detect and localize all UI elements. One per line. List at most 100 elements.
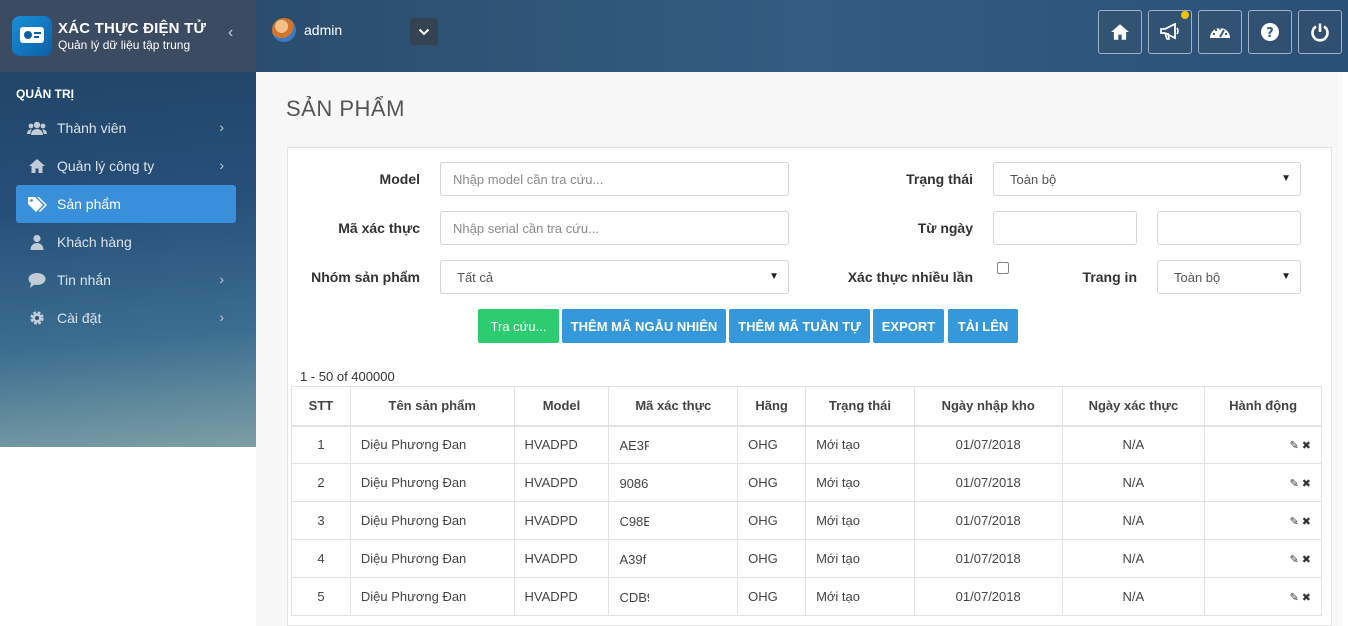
cell-name: Diệu Phương Đan [349,577,515,616]
home-button[interactable] [1098,10,1142,54]
cell-name: Diệu Phương Đan [349,463,515,502]
delete-icon[interactable]: ✖ [1302,553,1311,566]
add-random-code-button[interactable]: THÊM MÃ NGẪU NHIÊN [562,309,726,343]
edit-icon[interactable]: ✎ [1290,439,1299,452]
cell-model: HVADPD [513,463,610,502]
gear-icon [26,309,48,327]
cell-actions: ✎ ✖ [1204,463,1322,502]
cell-auth-date: N/A [1061,501,1206,540]
cell-name: Diệu Phương Đan [349,425,515,464]
cell-code: CDB9 [608,577,739,616]
cell-actions: ✎ ✖ [1204,539,1322,578]
cell-brand: OHG [737,463,807,502]
sidebar-item-messages[interactable]: Tin nhắn › [16,261,236,299]
page-title: SẢN PHẨM [286,96,405,121]
cell-brand: OHG [737,577,807,616]
column-header-status[interactable]: Trạng thái [805,386,915,427]
column-header-code[interactable]: Mã xác thực [608,386,739,427]
date-from-input[interactable] [993,211,1137,245]
delete-icon[interactable]: ✖ [1302,477,1311,490]
upload-button[interactable]: TẢI LÊN [948,309,1018,343]
logout-button[interactable] [1298,10,1342,54]
sidebar-item-settings[interactable]: Cài đặt › [16,299,236,337]
model-input[interactable]: Nhập model cần tra cứu... [440,162,789,196]
tags-icon [26,195,48,213]
serial-input[interactable]: Nhập serial cần tra cứu... [440,211,789,245]
column-header-stock-date[interactable]: Ngày nhập kho [913,386,1063,427]
cell-code: 9086 [608,463,739,502]
sidebar: XÁC THỰC ĐIỆN TỬ Quản lý dữ liệu tập tru… [0,0,256,447]
brand-subtitle: Quản lý dữ liệu tập trung [58,38,191,52]
user-menu[interactable]: admin [272,18,342,42]
edit-icon[interactable]: ✎ [1290,591,1299,604]
home-icon [1111,24,1129,40]
delete-icon[interactable]: ✖ [1302,515,1311,528]
cell-code: C98E [608,501,739,540]
cell-auth-date: N/A [1061,577,1206,616]
column-header-brand[interactable]: Hãng [737,386,807,427]
status-label: Trạng thái [906,171,973,187]
sidebar-item-label: Cài đặt [57,310,102,326]
chevron-down-icon [418,28,430,35]
brand-title: XÁC THỰC ĐIỆN TỬ [58,20,207,37]
column-header-actions: Hành động [1204,386,1322,427]
export-button[interactable]: EXPORT [873,309,944,343]
cell-model: HVADPD [513,539,610,578]
home-icon [26,157,48,175]
code-text: C98E [619,513,650,529]
user-dropdown-button[interactable] [410,18,438,45]
table-row: 5 Diệu Phương Đan HVADPD CDB9 OHG Mới tạ… [291,577,1322,616]
help-button[interactable]: ? [1248,10,1292,54]
chevron-right-icon: › [219,119,224,135]
section-title: QUẢN TRỊ [16,87,74,101]
cell-actions: ✎ ✖ [1204,501,1322,540]
column-header-name[interactable]: Tên sản phẩm [349,386,515,427]
sidebar-item-label: Thành viên [57,120,127,136]
bullhorn-icon [1160,23,1179,40]
multi-auth-label: Xác thực nhiều lần [847,269,973,285]
cell-stock-date: 01/07/2018 [913,425,1063,464]
multi-auth-checkbox[interactable] [997,262,1009,274]
dashboard-button[interactable] [1198,10,1242,54]
code-text: AE3F [619,437,650,453]
brand-logo [12,16,52,56]
chevron-right-icon: › [219,309,224,325]
sidebar-item-company[interactable]: Quản lý công ty › [16,147,236,185]
username: admin [304,22,343,38]
add-sequential-code-button[interactable]: THÊM MÃ TUẦN TỰ [729,309,870,343]
column-header-model[interactable]: Model [513,386,610,427]
group-select-value: Tất cả [457,269,494,285]
notifications-button[interactable] [1148,10,1192,54]
sidebar-item-label: Tin nhắn [57,272,111,288]
status-select[interactable]: Toàn bộ ▼ [993,162,1301,196]
column-header-stt[interactable]: STT [291,386,351,427]
cell-stt: 4 [291,539,351,578]
sidebar-menu: Thành viên › Quản lý công ty › Sản phẩm … [0,109,256,337]
users-icon [26,119,48,137]
sidebar-item-label: Sản phẩm [57,196,121,212]
cell-name: Diệu Phương Đan [349,539,515,578]
sidebar-item-products[interactable]: Sản phẩm [16,185,236,223]
cell-status: Mới tạo [805,501,915,540]
cell-stock-date: 01/07/2018 [913,539,1063,578]
cell-auth-date: N/A [1061,539,1206,578]
edit-icon[interactable]: ✎ [1290,515,1299,528]
sidebar-item-label: Khách hàng [57,234,132,250]
date-to-input[interactable] [1157,211,1301,245]
edit-icon[interactable]: ✎ [1290,477,1299,490]
sidebar-item-customers[interactable]: Khách hàng [16,223,236,261]
delete-icon[interactable]: ✖ [1302,439,1311,452]
print-select[interactable]: Toàn bộ ▼ [1157,260,1301,294]
code-text: 9086 [619,475,649,491]
power-icon [1311,23,1329,42]
comment-icon [26,271,48,289]
chevron-left-icon[interactable]: ‹ [228,24,233,42]
group-select[interactable]: Tất cả ▼ [440,260,789,294]
search-button[interactable]: Tra cứu... [478,309,559,343]
delete-icon[interactable]: ✖ [1302,591,1311,604]
sidebar-item-members[interactable]: Thành viên › [16,109,236,147]
column-header-auth-date[interactable]: Ngày xác thực [1061,386,1206,427]
cell-brand: OHG [737,501,807,540]
notification-dot [1181,11,1189,19]
edit-icon[interactable]: ✎ [1290,553,1299,566]
